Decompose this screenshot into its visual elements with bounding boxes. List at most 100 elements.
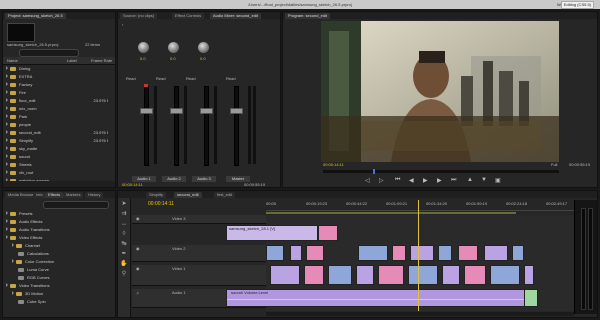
- speaker-icon[interactable]: ♫: [136, 290, 139, 295]
- workspace-dropdown[interactable]: Editing (CS5.5): [560, 1, 594, 9]
- clip-v1-pink[interactable]: [318, 225, 338, 241]
- effects-tree-item[interactable]: Luma Curve: [18, 266, 49, 274]
- project-item[interactable]: second_edit 23.976 f: [6, 129, 114, 137]
- expand-triangle-icon[interactable]: [6, 283, 8, 287]
- project-item[interactable]: Park: [6, 113, 114, 121]
- clip-v2-b[interactable]: [290, 245, 302, 261]
- clip-v3-d[interactable]: [356, 265, 374, 285]
- clip-a1-sound[interactable]: sound/ Volume:Level: [226, 289, 527, 307]
- pan-knob-1[interactable]: [138, 42, 149, 53]
- clip-v2-i[interactable]: [484, 245, 508, 261]
- effects-tree-item[interactable]: Channel: [12, 242, 40, 250]
- column-name[interactable]: Name: [7, 58, 18, 63]
- expand-triangle-icon[interactable]: [6, 66, 8, 70]
- project-item[interactable]: Factory: [6, 81, 114, 89]
- mark-in-icon[interactable]: ◁: [365, 177, 370, 184]
- project-search-input[interactable]: [19, 49, 79, 57]
- fader-track-master[interactable]: [234, 86, 239, 166]
- clip-v3-g[interactable]: [442, 265, 460, 285]
- export-frame-icon[interactable]: ▣: [495, 177, 501, 184]
- go-to-out-icon[interactable]: ⏭: [451, 177, 456, 184]
- eye-icon[interactable]: ◉: [136, 246, 140, 251]
- clip-v2-c[interactable]: [306, 245, 324, 261]
- tab-project[interactable]: Project: samsung_sketch_26.5: [5, 13, 66, 19]
- effects-tree-item[interactable]: Video Transitions: [6, 282, 50, 290]
- program-scrubber[interactable]: [323, 170, 559, 173]
- clip-v2-d[interactable]: [358, 245, 388, 261]
- expand-triangle-icon[interactable]: [6, 114, 8, 118]
- clip-v3-b[interactable]: [304, 265, 324, 285]
- lift-icon[interactable]: ▲: [467, 177, 473, 183]
- column-frame-rate[interactable]: Frame Rate: [91, 58, 112, 63]
- pan-value-1[interactable]: 0.0: [140, 56, 146, 61]
- fader-handle-master[interactable]: [230, 108, 243, 114]
- slip-tool-icon[interactable]: ↹: [120, 240, 128, 248]
- expand-triangle-icon[interactable]: [6, 138, 8, 142]
- clip-v2-a[interactable]: [266, 245, 284, 261]
- project-item[interactable]: vfx_roof: [6, 169, 114, 177]
- expand-triangle-icon[interactable]: [6, 130, 8, 134]
- expand-triangle-icon[interactable]: [12, 243, 14, 247]
- mixer-timecode-left[interactable]: 00:00:14:11: [122, 182, 143, 187]
- extract-icon[interactable]: ▼: [481, 177, 487, 183]
- expand-triangle-icon[interactable]: [6, 170, 8, 174]
- effects-tree-item[interactable]: Cube Spin: [18, 298, 46, 306]
- tab-source[interactable]: Source: (no clips): [120, 13, 158, 19]
- clip-v3-i[interactable]: [490, 265, 520, 285]
- zoom-tool-icon[interactable]: ⚲: [120, 270, 128, 278]
- effects-tree-item[interactable]: RGB Curves: [18, 274, 49, 282]
- step-back-icon[interactable]: ◀: [409, 177, 414, 184]
- effects-tree-item[interactable]: Audio Transitions: [6, 226, 50, 234]
- automation-mode-3[interactable]: Read: [186, 76, 196, 81]
- video-frame[interactable]: [321, 21, 559, 162]
- clip-a1-green[interactable]: [524, 289, 538, 307]
- timeline-playhead[interactable]: [418, 200, 419, 311]
- volume-rubber-band[interactable]: [227, 299, 527, 300]
- expand-triangle-icon[interactable]: [6, 90, 8, 94]
- expand-triangle-icon[interactable]: [6, 235, 8, 239]
- track-header[interactable]: ◉ Video 3: [132, 215, 266, 224]
- clip-v1-main[interactable]: samsung_sketch_28.1 [V]: [226, 225, 318, 241]
- expand-triangle-icon[interactable]: [12, 291, 14, 295]
- clip-v3-e[interactable]: [378, 265, 404, 285]
- tab-sequence-first-edit[interactable]: first_edit: [214, 192, 236, 198]
- clip-v3-j[interactable]: [524, 265, 534, 285]
- expand-triangle-icon[interactable]: [6, 227, 8, 231]
- expand-triangle-icon[interactable]: [6, 74, 8, 78]
- ripple-edit-tool-icon[interactable]: ↔: [120, 220, 128, 228]
- track-area[interactable]: samsung_sketch_28.1 [V] sound/ Volume:Le…: [226, 200, 574, 311]
- tab-sequence-simplify[interactable]: Simplify: [146, 192, 167, 198]
- expand-triangle-icon[interactable]: [6, 146, 8, 150]
- track-header[interactable]: ◉ Video 2: [132, 245, 266, 262]
- tab-markers[interactable]: Markers: [63, 192, 84, 198]
- go-to-in-icon[interactable]: ⏮: [395, 177, 400, 184]
- pen-tool-icon[interactable]: ✒: [120, 250, 128, 258]
- fader-handle-3[interactable]: [200, 108, 213, 114]
- automation-mode-2[interactable]: Read: [156, 76, 166, 81]
- tab-info[interactable]: Info: [33, 192, 46, 198]
- clip-v3-a[interactable]: [270, 265, 300, 285]
- project-item[interactable]: EXTRA: [6, 73, 114, 81]
- expand-triangle-icon[interactable]: [12, 259, 14, 263]
- tab-history[interactable]: History: [85, 192, 104, 198]
- eye-icon[interactable]: ◉: [136, 266, 140, 271]
- pan-knob-2[interactable]: [168, 42, 179, 53]
- automation-mode-1[interactable]: Read: [126, 76, 136, 81]
- clip-v3-h[interactable]: [464, 265, 486, 285]
- effects-tree-item[interactable]: 3D Motion: [12, 290, 43, 298]
- effects-tree-item[interactable]: Presets: [6, 210, 33, 218]
- project-item[interactable]: mix_room: [6, 105, 114, 113]
- mark-out-icon[interactable]: ▷: [379, 177, 384, 184]
- project-item[interactable]: sky_matte: [6, 145, 114, 153]
- step-forward-icon[interactable]: ▶: [437, 177, 442, 184]
- effects-tree-item[interactable]: Video Effects: [6, 234, 42, 242]
- clip-v2-f[interactable]: [410, 245, 434, 261]
- effects-tree-item[interactable]: Audio Effects: [6, 218, 43, 226]
- tab-program[interactable]: Program: second_edit: [285, 13, 331, 19]
- pan-value-2[interactable]: 0.0: [170, 56, 176, 61]
- expand-triangle-icon[interactable]: [6, 154, 8, 158]
- track-select-tool-icon[interactable]: ⇉: [120, 210, 128, 218]
- play-icon[interactable]: ▶: [423, 177, 428, 184]
- selection-tool-icon[interactable]: ➤: [120, 200, 128, 208]
- program-playhead[interactable]: [373, 169, 375, 174]
